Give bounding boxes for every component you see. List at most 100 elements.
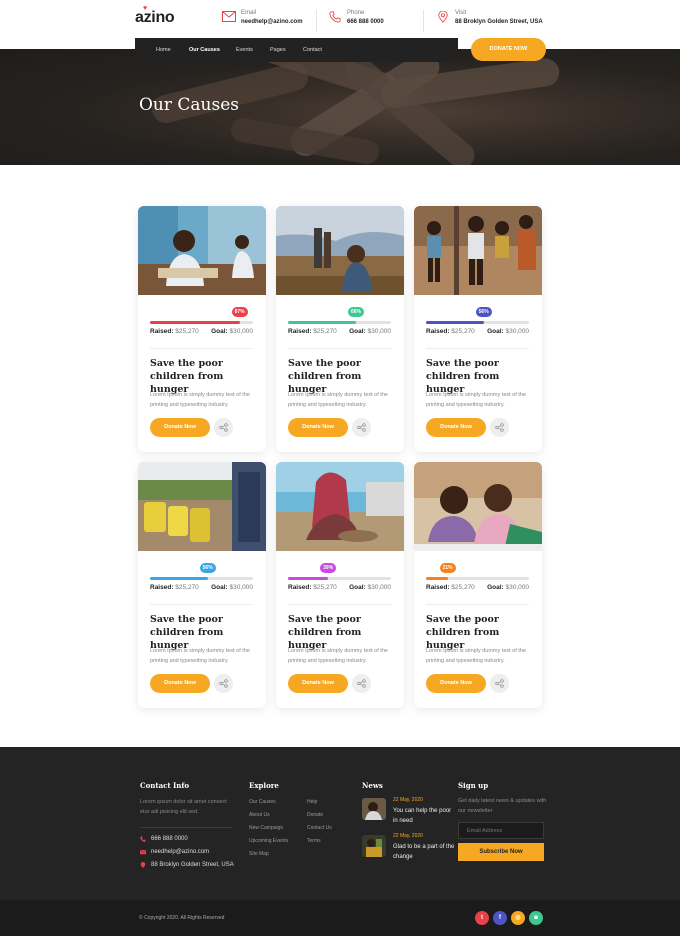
visit-value: 88 Broklyn Golden Street, USA (455, 19, 543, 25)
share-icon[interactable] (352, 418, 371, 437)
footer-link-donate[interactable]: Donate (307, 812, 323, 818)
subscribe-button[interactable]: Subscribe Now (458, 843, 544, 861)
donate-now-button[interactable]: Donate Now (426, 418, 486, 437)
footer-link-terms[interactable]: Terms (307, 838, 321, 844)
nav-events[interactable]: Events (236, 47, 253, 53)
cause-card: 21% Raised: $25,270 Goal: $30,000 Save t… (414, 462, 542, 708)
news-thumbnail[interactable] (362, 798, 386, 820)
donate-now-button[interactable]: DONATE NOW (471, 38, 546, 61)
instagram-icon[interactable]: ◙ (529, 911, 543, 925)
raised-amount: Raised: $25,270 (150, 584, 199, 591)
divider (288, 604, 391, 605)
progress-fill (150, 321, 240, 324)
explore-heading: Explore (249, 781, 279, 790)
divider (288, 348, 391, 349)
mail-icon (140, 849, 146, 855)
raised-amount: Raised: $25,270 (288, 584, 337, 591)
news-title[interactable]: You can help the poor in need (393, 806, 455, 826)
facebook-icon[interactable]: f (493, 911, 507, 925)
footer-phone[interactable]: 666 888 0000 (151, 836, 188, 842)
progress-bar (150, 577, 253, 580)
heart-icon: ♥ (143, 5, 147, 12)
cause-card: 66% Raised: $25,270 Goal: $30,000 Save t… (276, 206, 404, 452)
cause-image (414, 206, 542, 295)
share-icon[interactable] (352, 674, 371, 693)
footer-link-upcoming-events[interactable]: Upcoming Events (249, 838, 288, 844)
cause-image (414, 462, 542, 551)
cause-image (276, 206, 404, 295)
news-date: 22 May, 2020 (393, 833, 423, 839)
news-heading: News (362, 781, 383, 790)
cause-card: 56% Raised: $25,270 Goal: $30,000 Save t… (138, 462, 266, 708)
footer-link-about-us[interactable]: About Us (249, 812, 270, 818)
donate-now-button[interactable]: Donate Now (150, 418, 210, 437)
share-icon[interactable] (214, 418, 233, 437)
signup-text: Get daily latest news & updates with our… (458, 798, 547, 814)
goal-amount: Goal: $30,000 (211, 328, 253, 335)
footer-link-help[interactable]: Help (307, 799, 317, 805)
footer-link-our-causes[interactable]: Our Causes (249, 799, 276, 805)
progress-bar (426, 321, 529, 324)
footer-link-contact-us[interactable]: Contact Us (307, 825, 332, 831)
nav-contact[interactable]: Contact (303, 47, 322, 53)
share-icon[interactable] (490, 418, 509, 437)
donate-now-button[interactable]: Donate Now (426, 674, 486, 693)
progress-percent-badge: 66% (347, 307, 364, 317)
newsletter-email-input[interactable] (458, 822, 544, 839)
progress-percent-badge: 21% (439, 563, 456, 573)
cause-image (138, 206, 266, 295)
site-footer (0, 747, 680, 900)
donate-now-button[interactable]: Donate Now (288, 674, 348, 693)
cause-image (138, 462, 266, 551)
footer-link-site-map[interactable]: Site Map (249, 851, 269, 857)
progress-bar (150, 321, 253, 324)
nav-home[interactable]: Home (156, 47, 171, 53)
twitter-icon[interactable]: t (475, 911, 489, 925)
progress-bar (426, 577, 529, 580)
progress-bar (288, 577, 391, 580)
divider (426, 348, 529, 349)
page-title: Our Causes (139, 95, 240, 115)
phone-value[interactable]: 666 888 0000 (347, 19, 384, 25)
signup-heading: Sign up (458, 781, 489, 790)
news-thumbnail[interactable] (362, 835, 386, 857)
news-date: 22 May, 2020 (393, 797, 423, 803)
footer-email[interactable]: needhelp@azino.com (151, 849, 209, 855)
cause-description: Lorem Ipsum is simply dummy text of the … (150, 392, 250, 408)
share-icon[interactable] (490, 674, 509, 693)
email-value[interactable]: needhelp@azino.com (241, 19, 303, 25)
progress-fill (426, 321, 484, 324)
footer-address: 88 Broklyn Golden Street, USA (151, 862, 234, 868)
news-title[interactable]: Glad to be a part of the change (393, 842, 455, 862)
donate-now-button[interactable]: Donate Now (288, 418, 348, 437)
dribbble-icon[interactable]: ◎ (511, 911, 525, 925)
progress-percent-badge: 39% (320, 563, 337, 573)
mail-icon (222, 11, 236, 22)
divider (150, 604, 253, 605)
progress-percent-badge: 56% (475, 307, 492, 317)
cause-card: 87% Raised: $25,270 Goal: $30,000 Save t… (138, 206, 266, 452)
progress-fill (288, 321, 356, 324)
cause-description: Lorem Ipsum is simply dummy text of the … (150, 648, 250, 664)
nav-pages[interactable]: Pages (270, 47, 286, 53)
raised-amount: Raised: $25,270 (426, 328, 475, 335)
goal-amount: Goal: $30,000 (349, 328, 391, 335)
cause-description: Lorem Ipsum is simply dummy text of the … (288, 648, 388, 664)
divider (426, 604, 529, 605)
site-logo[interactable]: ♥ azino (135, 5, 175, 27)
phone-label: Phone (347, 10, 365, 16)
main-nav: Home Our Causes Events Pages Contact (135, 38, 458, 62)
raised-amount: Raised: $25,270 (426, 584, 475, 591)
share-icon[interactable] (214, 674, 233, 693)
location-pin-icon (140, 862, 146, 868)
phone-icon (140, 836, 146, 842)
donate-now-button[interactable]: Donate Now (150, 674, 210, 693)
footer-link-new-campaign[interactable]: New Campaign (249, 825, 283, 831)
cause-description: Lorem Ipsum is simply dummy text of the … (288, 392, 388, 408)
goal-amount: Goal: $30,000 (211, 584, 253, 591)
nav-our-causes[interactable]: Our Causes (189, 47, 220, 53)
footer-bottom-bar: © Copyright 2020. All Rights Reserved t … (0, 900, 680, 936)
cause-card: 56% Raised: $25,270 Goal: $30,000 Save t… (414, 206, 542, 452)
progress-fill (426, 577, 448, 580)
raised-amount: Raised: $25,270 (288, 328, 337, 335)
